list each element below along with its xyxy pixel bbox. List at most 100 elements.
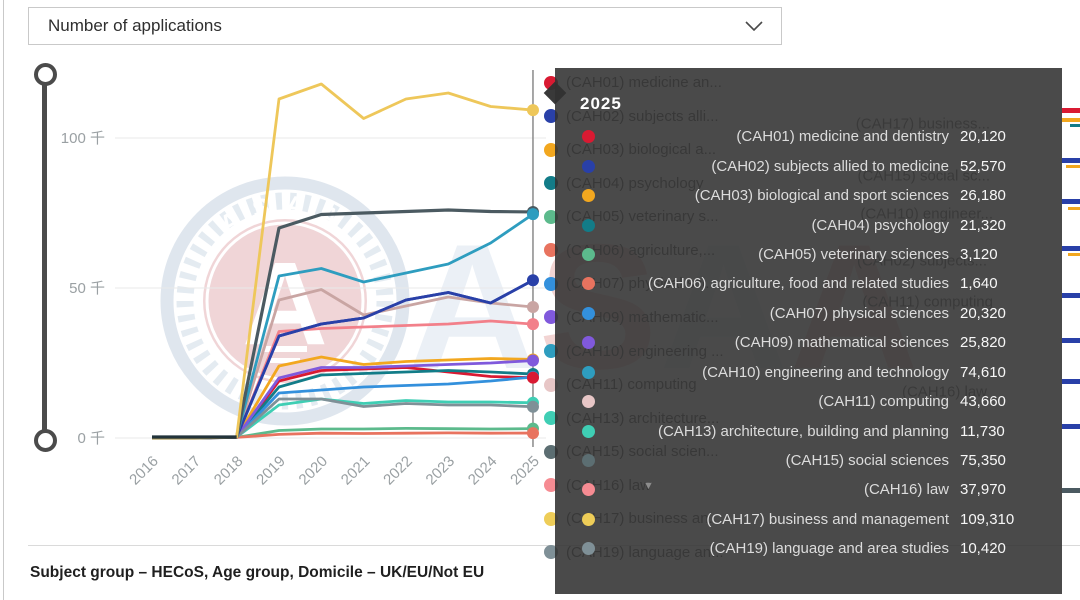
- tooltip-series-dot: [582, 395, 595, 408]
- tooltip-row-2: (CAH02) subjects allied to medicine 52,57…: [555, 151, 1062, 180]
- x-axis-tick-label: 2025: [507, 453, 543, 489]
- tooltip-series-label: (CAH02) subjects allied to medicine: [606, 158, 949, 175]
- tooltip-series-label: (CAH09) mathematical sciences: [606, 334, 949, 351]
- tooltip-series-value: 20,320: [960, 305, 1052, 322]
- tooltip-row-7: (CAH07) physical sciences 20,320: [555, 299, 1062, 328]
- series-endpoint-dot-CAH09: [527, 355, 539, 367]
- tooltip-series-label: (CAH15) social sciences: [606, 452, 949, 469]
- tooltip-series-dot: [582, 307, 595, 320]
- background-bar-stub: [1070, 124, 1080, 127]
- x-axis-tick-label: 2023: [423, 453, 459, 489]
- series-endpoint-dot-CAH01: [527, 372, 539, 384]
- chart-dimensions-title: Subject group – HECoS, Age group, Domici…: [30, 564, 484, 582]
- background-bar-stub: [1068, 207, 1080, 210]
- tooltip-series-label: (CAH11) computing: [606, 393, 949, 410]
- x-axis-tick-label: 2020: [296, 453, 332, 489]
- tooltip-series-dot: [582, 483, 595, 496]
- tooltip-series-value: 37,970: [960, 481, 1052, 498]
- tooltip-series-value: 52,570: [960, 158, 1052, 175]
- x-axis-tick-label: 2022: [380, 453, 416, 489]
- tooltip-series-label: (CAH03) biological and sport sciences: [606, 187, 949, 204]
- x-axis-tick-label: 2024: [465, 453, 501, 489]
- tooltip-row-9: (CAH10) engineering and technology 74,610: [555, 358, 1062, 387]
- tooltip-series-value: 3,120: [960, 246, 1052, 263]
- y-axis-tick-label: 0 千: [77, 430, 105, 447]
- background-bar-stub: [1062, 246, 1080, 251]
- tooltip-series-label: (CAH07) physical sciences: [606, 305, 949, 322]
- tooltip-series-value: 109,310: [960, 511, 1052, 528]
- tooltip-series-dot: [582, 454, 595, 467]
- tooltip-row-14: (CAH17) business and management 109,310: [555, 505, 1062, 534]
- background-bar-stub: [1066, 165, 1080, 168]
- x-axis-tick-label: 2019: [253, 453, 289, 489]
- tooltip-series-label: (CAH16) law: [606, 481, 949, 498]
- tooltip-series-value: 20,120: [960, 128, 1052, 145]
- tooltip-rows: (CAH01) medicine and dentistry20,120(CAH…: [555, 122, 1062, 564]
- tooltip-series-label: (CAH05) veterinary sciences: [606, 246, 949, 263]
- tooltip-row-15: (CAH19) language and area studies 10,420: [555, 534, 1062, 563]
- background-bar-stub: [1062, 379, 1080, 384]
- tooltip-series-label: (CAH19) language and area studies: [606, 540, 949, 557]
- tooltip-row-1: (CAH01) medicine and dentistry 20,120: [555, 122, 1062, 151]
- tooltip-row-12: (CAH15) social sciences 75,350: [555, 446, 1062, 475]
- tooltip-series-dot: [582, 160, 595, 173]
- series-endpoint-dot-CAH11: [527, 301, 539, 313]
- background-bar-stub: [1062, 199, 1080, 204]
- scroll-down-icon[interactable]: ▼: [643, 480, 654, 492]
- x-axis-tick-label: 2017: [169, 453, 205, 489]
- hover-tooltip: 2025 (CAH01) medicine and dentistry 20,12…: [555, 68, 1062, 594]
- background-bar-stub: [1062, 108, 1080, 113]
- tooltip-series-label: (CAH06) agriculture, food and related st…: [606, 275, 949, 292]
- tooltip-row-8: (CAH09) mathematical sciences 25,820: [555, 328, 1062, 357]
- tooltip-series-value: 21,320: [960, 217, 1052, 234]
- background-bar-stub: [1062, 338, 1080, 343]
- tooltip-row-13: (CAH16) law 37,970: [555, 475, 1062, 504]
- tooltip-row-5: (CAH05) veterinary sciences 3,120: [555, 240, 1062, 269]
- tooltip-series-label: (CAH17) business and management: [606, 511, 949, 528]
- y-axis-tick-label: 100 千: [61, 130, 105, 147]
- background-bar-stub: [1062, 545, 1080, 546]
- tooltip-series-dot: [582, 277, 595, 290]
- tooltip-series-label: (CAH04) psychology: [606, 217, 949, 234]
- series-line-CAH16: [152, 321, 533, 438]
- background-bar-stub: [1062, 424, 1080, 429]
- tooltip-series-dot: [582, 248, 595, 261]
- tooltip-series-dot: [582, 189, 595, 202]
- tooltip-series-value: 1,640: [960, 275, 1052, 292]
- tooltip-series-label: (CAH01) medicine and dentistry: [606, 128, 949, 145]
- x-axis-tick-label: 2018: [211, 453, 247, 489]
- tooltip-year-title: 2025: [580, 94, 622, 114]
- tooltip-series-dot: [582, 366, 595, 379]
- series-endpoint-dot-CAH06: [527, 427, 539, 439]
- tooltip-row-4: (CAH04) psychology 21,320: [555, 210, 1062, 239]
- series-endpoint-dot-CAH02: [527, 274, 539, 286]
- tooltip-series-label: (CAH10) engineering and technology: [606, 364, 949, 381]
- background-bar-stub: [1062, 118, 1080, 122]
- background-bar-stub: [1062, 158, 1080, 163]
- background-bar-stub: [1062, 488, 1080, 493]
- series-endpoint-dot-CAH10: [527, 208, 539, 220]
- tooltip-series-value: 10,420: [960, 540, 1052, 557]
- background-bar-stub: [1068, 253, 1080, 256]
- tooltip-series-dot: [582, 425, 595, 438]
- tooltip-row-11: (CAH13) architecture, building and plann…: [555, 416, 1062, 445]
- tooltip-series-dot: [582, 219, 595, 232]
- app-canvas: Number of applications ASAA A ASAA 0 千50…: [0, 0, 1080, 600]
- tooltip-series-value: 26,180: [960, 187, 1052, 204]
- tooltip-series-value: 43,660: [960, 393, 1052, 410]
- tooltip-series-dot: [582, 336, 595, 349]
- x-axis-tick-label: 2021: [338, 453, 374, 489]
- background-bar-stub: [1062, 293, 1080, 298]
- tooltip-series-label: (CAH13) architecture, building and plann…: [606, 423, 949, 440]
- tooltip-series-value: 75,350: [960, 452, 1052, 469]
- tooltip-series-value: 11,730: [960, 423, 1052, 440]
- series-line-CAH17: [152, 84, 533, 438]
- tooltip-row-6: (CAH06) agriculture, food and related st…: [555, 269, 1062, 298]
- tooltip-row-10: (CAH11) computing 43,660: [555, 387, 1062, 416]
- tooltip-series-dot: [582, 130, 595, 143]
- series-endpoint-dot-CAH19: [527, 401, 539, 413]
- tooltip-series-value: 74,610: [960, 364, 1052, 381]
- y-axis-tick-label: 50 千: [69, 280, 105, 297]
- tooltip-series-dot: [582, 513, 595, 526]
- tooltip-series-value: 25,820: [960, 334, 1052, 351]
